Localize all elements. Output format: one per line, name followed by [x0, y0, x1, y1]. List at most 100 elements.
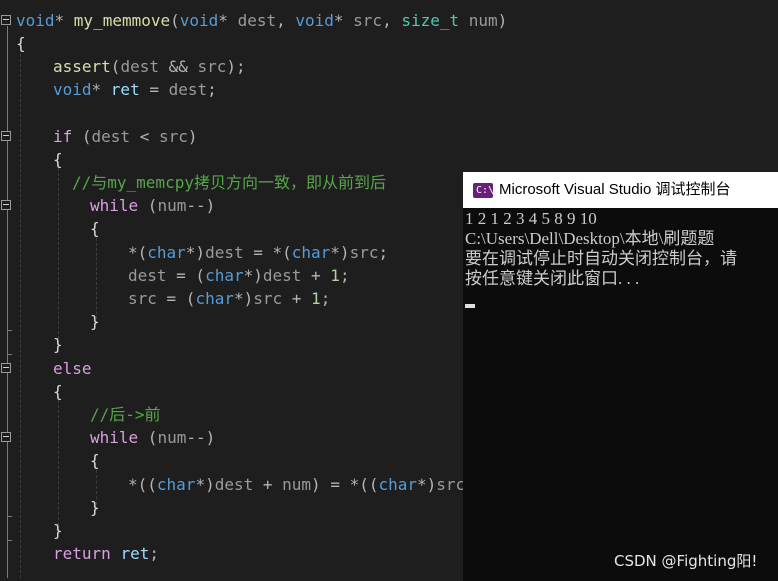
fold-end-marker	[7, 540, 12, 541]
code-line: *((char*)dest + num) = *((char*)src	[128, 473, 465, 496]
code-line: }	[90, 310, 100, 333]
local-variable-token: ret	[110, 80, 140, 99]
operator-token: (	[72, 127, 92, 146]
parameter-token: src	[158, 127, 188, 146]
debug-console-window[interactable]: C:\ Microsoft Visual Studio 调试控制台 1 2 1 …	[463, 172, 778, 581]
keyword-token: char	[195, 289, 234, 308]
parameter-token: dest	[262, 266, 302, 285]
console-icon-glyph: C:\	[476, 185, 495, 196]
operator-token: ,	[276, 11, 296, 30]
parameter-token: dest	[237, 11, 277, 30]
brace-token: {	[16, 34, 26, 53]
parameter-token: src	[349, 243, 379, 262]
operator-token: )	[497, 11, 508, 30]
operator-token: (	[138, 428, 158, 447]
fold-end-marker	[7, 330, 12, 331]
parameter-token: dest	[128, 266, 167, 285]
code-line: void* my_memmove(void* dest, void* src, …	[16, 9, 507, 32]
fold-end-marker	[7, 516, 12, 517]
collapse-while-block-icon[interactable]	[1, 200, 11, 210]
operator-token: (	[170, 11, 180, 30]
code-line: while (num--)	[90, 194, 215, 217]
code-line: {	[90, 217, 100, 240]
operator-token: );	[226, 57, 246, 76]
console-cursor	[465, 304, 475, 308]
brace-token: }	[53, 335, 63, 354]
comment-token: //与my_memcpy拷贝方向一致，即从前到后	[72, 173, 386, 192]
code-line: //后->前	[90, 403, 161, 426]
keyword-token: void	[53, 80, 92, 99]
operator-token: = (	[156, 289, 196, 308]
operator-token: *)	[185, 243, 206, 262]
collapse-else-block-icon[interactable]	[1, 363, 11, 373]
function-name-token: my_memmove	[73, 11, 171, 30]
operator-token: *)	[330, 243, 350, 262]
function-name-token: assert	[53, 57, 111, 76]
operator-token: <	[130, 127, 159, 146]
code-line: void* ret = dest;	[53, 78, 217, 101]
console-output-line: C:\Users\Dell\Desktop\本地\刷题题	[465, 229, 715, 248]
operator-token: = *(	[243, 243, 292, 262]
console-title-bar[interactable]: C:\ Microsoft Visual Studio 调试控制台	[463, 172, 778, 208]
control-keyword-token: while	[90, 196, 139, 215]
collapse-function-icon[interactable]	[1, 15, 11, 25]
control-keyword-token: if	[53, 127, 73, 146]
fold-end-marker	[7, 354, 12, 355]
brace-token: }	[53, 521, 63, 540]
type-token: size_t	[401, 11, 460, 30]
operator-token: (	[138, 196, 158, 215]
code-line: }	[53, 519, 63, 542]
collapse-if-block-icon[interactable]	[1, 131, 11, 141]
brace-token: }	[90, 312, 100, 331]
parameter-token: src	[436, 475, 466, 494]
operator-token: *)	[243, 266, 263, 285]
parameter-token: src	[128, 289, 157, 308]
operator-token: ,	[382, 11, 402, 30]
keyword-token: void	[295, 11, 334, 30]
operator-token: ) = *((	[311, 475, 379, 494]
parameter-token: dest	[91, 127, 131, 146]
code-line: }	[53, 333, 63, 356]
parameter-token: num	[468, 11, 498, 30]
code-line: *(char*)dest = *(char*)src;	[128, 241, 388, 264]
parameter-token: src	[197, 57, 227, 76]
code-line: {	[90, 449, 100, 472]
operator-token: =	[139, 80, 169, 99]
parameter-token: num	[157, 196, 187, 215]
operator-token: +	[253, 475, 283, 494]
brace-token: }	[90, 498, 100, 517]
parameter-token: dest	[205, 243, 244, 262]
parameter-token: dest	[214, 475, 254, 494]
code-line: else	[53, 357, 92, 380]
collapse-while-block-icon[interactable]	[1, 432, 11, 442]
control-keyword-token: return	[53, 544, 111, 563]
code-line: {	[53, 380, 63, 403]
brace-token: {	[90, 451, 100, 470]
brace-token: {	[53, 382, 63, 401]
keyword-token: char	[147, 243, 186, 262]
code-line: {	[53, 148, 63, 171]
code-line: while (num--)	[90, 426, 215, 449]
control-keyword-token: else	[53, 359, 92, 378]
keyword-token: char	[156, 475, 196, 494]
parameter-token: dest	[168, 80, 208, 99]
operator-token: *	[91, 80, 111, 99]
parameter-token: num	[157, 428, 187, 447]
operator-token: *	[333, 11, 354, 30]
comment-token: //后->前	[90, 405, 161, 424]
code-line: if (dest < src)	[53, 125, 198, 148]
indent-guide	[20, 54, 21, 578]
operator-token: *	[54, 11, 74, 30]
number-token: 1	[311, 289, 321, 308]
parameter-token: src	[253, 289, 283, 308]
number-token: 1	[330, 266, 340, 285]
operator-token: *((	[128, 475, 157, 494]
brace-token: {	[90, 219, 100, 238]
code-line: {	[16, 32, 26, 55]
brace-token: {	[53, 150, 63, 169]
console-window-title: Microsoft Visual Studio 调试控制台	[499, 181, 731, 198]
operator-token: ;	[320, 289, 331, 308]
operator-token	[111, 544, 121, 563]
console-output-line: 要在调试停止时自动关闭控制台，请	[465, 249, 737, 268]
operator-token: ;	[378, 243, 389, 262]
